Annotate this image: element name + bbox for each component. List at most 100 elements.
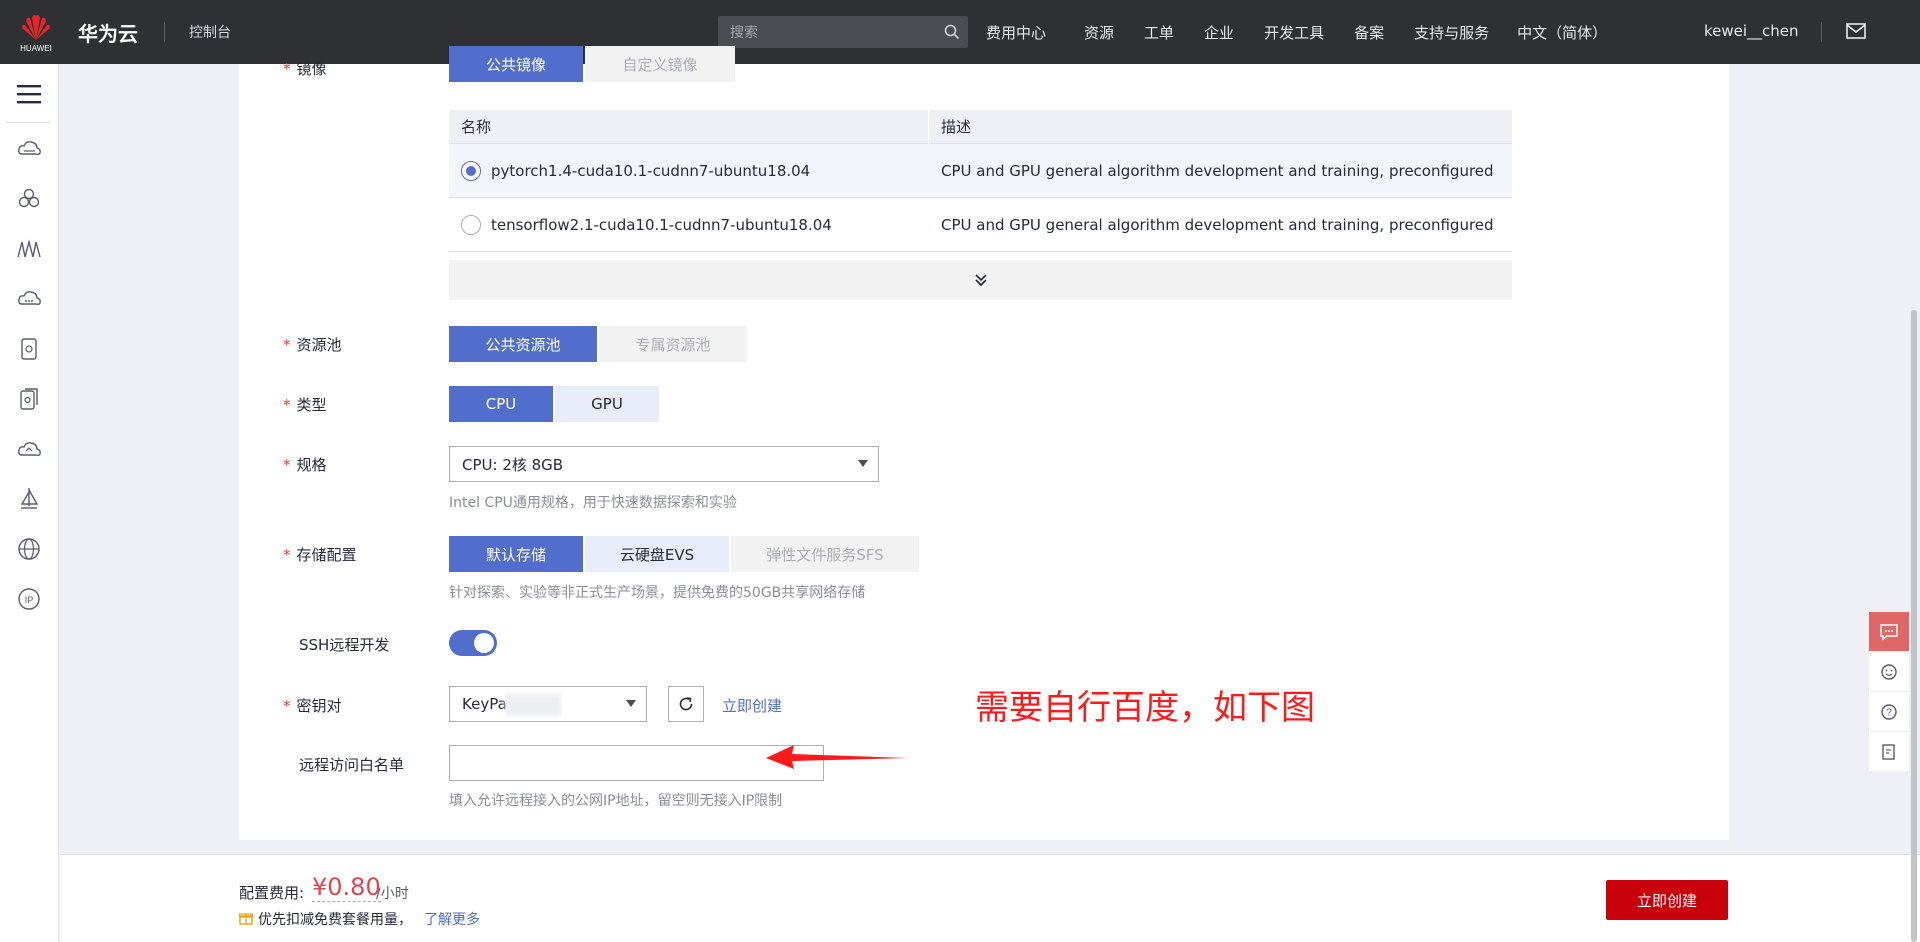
fee-unit: /小时 [376,886,409,902]
menu-icon[interactable] [17,84,41,104]
huawei-logo-icon [22,14,50,40]
dropdown-arrow-icon [858,460,868,467]
console-link[interactable]: 控制台 [189,22,231,42]
cloud-server-icon[interactable] [16,136,42,162]
image-name: tensorflow2.1-cuda10.1-cudnn7-ubuntu18.0… [491,215,832,234]
top-nav-items: 费用中心 资源 工单 企业 开发工具 备案 支持与服务 中文（简体） [986,0,1607,64]
divider [6,122,50,123]
double-chevron-down-icon [974,274,987,287]
whitelist-label: 远程访问白名单 [299,756,405,774]
search-input[interactable]: 搜索 [730,22,936,42]
cluster-icon[interactable] [16,186,42,212]
edit-note-icon [1882,743,1895,760]
image-description: CPU and GPU general algorithm developmen… [941,161,1499,180]
spec-select[interactable]: CPU: 2核 8GB [449,446,879,482]
storage-hint: 针对探索、实验等非正式生产场景，提供免费的50GB共享网络存储 [449,585,866,601]
mail-icon[interactable] [1846,22,1866,44]
option-public-pool[interactable]: 公共资源池 [449,326,597,362]
nav-dev-tools[interactable]: 开发工具 [1264,22,1324,43]
nav-support[interactable]: 支持与服务 [1414,22,1489,43]
nav-resources[interactable]: 资源 [1084,22,1114,43]
option-sfs[interactable]: 弹性文件服务SFS [731,536,919,572]
floating-toolbar: ? [1869,612,1909,772]
document-db-icon[interactable] [16,386,42,412]
type-label: * 类型 [283,396,327,414]
storage-options: 默认存储 云硬盘EVS 弹性文件服务SFS [449,536,921,572]
divider [164,22,165,42]
ssh-label: SSH远程开发 [299,636,390,654]
gift-icon [239,913,253,925]
image-description: CPU and GPU general algorithm developmen… [941,215,1499,234]
network-icon[interactable] [16,236,42,262]
option-gpu[interactable]: GPU [555,386,659,422]
divider [1821,22,1822,42]
fee-label: 配置费用: [239,884,305,902]
storage-label: * 存储配置 [283,546,357,564]
option-dedicated-pool[interactable]: 专属资源池 [599,326,747,362]
brand-name[interactable]: 华为云 [78,18,138,47]
feedback-button[interactable] [1869,612,1909,652]
fee-price[interactable]: ¥0.80 [312,873,381,902]
help-icon: ? [1881,703,1897,720]
option-default-storage[interactable]: 默认存储 [449,536,583,572]
refresh-icon [679,697,693,711]
redaction-blur [505,694,561,716]
dropdown-arrow-icon [626,700,636,707]
cloud-icon[interactable] [16,436,42,462]
search-icon[interactable] [936,16,968,48]
search-box[interactable]: 搜索 [718,16,968,48]
cloud-storage-icon[interactable] [16,286,42,312]
huawei-logo[interactable]: HUAWEI [12,12,60,53]
chat-icon [1880,623,1898,640]
tab-public-image[interactable]: 公共镜像 [449,46,583,82]
user-account[interactable]: kewei__chen [1704,22,1799,40]
promo-text: 优先扣减免费套餐用量， [258,912,412,928]
footer-bar: 配置费用: ¥0.80 /小时 优先扣减免费套餐用量， 了解更多 立即创建 [60,854,1920,942]
annotation-arrow [766,745,908,769]
table-row[interactable]: pytorch1.4-cuda10.1-cudnn7-ubuntu18.04 C… [449,144,1512,198]
ip-icon[interactable]: IP [16,586,42,612]
image-table: 名称 描述 pytorch1.4-cuda10.1-cudnn7-ubuntu1… [449,109,1512,300]
nav-filing[interactable]: 备案 [1354,22,1384,43]
top-navigation-bar: HUAWEI 华为云 控制台 搜索 费用中心 资源 工单 企业 开发工具 备案 … [0,0,1920,64]
table-row[interactable]: tensorflow2.1-cuda10.1-cudnn7-ubuntu18.0… [449,198,1512,252]
radio-unselected[interactable] [461,214,481,235]
svg-text:IP: IP [25,595,34,605]
column-name-header: 名称 [449,109,929,144]
toggle-knob [474,633,494,653]
page-scrollbar[interactable] [1911,310,1917,942]
keypair-value: KeyPa [462,695,507,713]
table-header: 名称 描述 [449,109,1512,144]
create-now-button[interactable]: 立即创建 [1606,880,1728,920]
option-cpu[interactable]: CPU [449,386,553,422]
refresh-button[interactable] [668,686,704,722]
annotation-text: 需要自行百度，如下图 [975,688,1315,728]
create-keypair-link[interactable]: 立即创建 [722,695,782,716]
nav-tickets[interactable]: 工单 [1144,22,1174,43]
image-name: pytorch1.4-cuda10.1-cudnn7-ubuntu18.04 [491,161,811,180]
service-sidebar: IP [0,64,59,942]
logo-text: HUAWEI [20,43,52,53]
help-button[interactable]: ? [1869,692,1909,732]
whitelist-hint: 填入允许远程接入的公网IP地址，留空则无接入IP限制 [449,793,783,809]
nav-enterprise[interactable]: 企业 [1204,22,1234,43]
nav-language[interactable]: 中文（简体） [1517,22,1607,43]
image-label: * 镜像 [283,60,327,78]
expand-more-button[interactable] [449,260,1512,300]
ssh-toggle[interactable] [449,630,497,656]
globe-icon[interactable] [16,536,42,562]
option-evs[interactable]: 云硬盘EVS [585,536,729,572]
assistant-button[interactable] [1869,652,1909,692]
sail-icon[interactable] [16,486,42,512]
radio-selected[interactable] [461,160,481,181]
survey-button[interactable] [1869,732,1909,772]
type-options: CPU GPU [449,386,661,422]
learn-more-link[interactable]: 了解更多 [424,909,480,929]
database-icon[interactable] [16,336,42,362]
tab-custom-image[interactable]: 自定义镜像 [585,46,735,82]
nav-fee-center[interactable]: 费用中心 [986,22,1046,43]
svg-text:?: ? [1886,707,1892,718]
spec-hint: Intel CPU通用规格，用于快速数据探索和实验 [449,495,737,511]
spec-value: CPU: 2核 8GB [462,455,564,474]
keypair-label: * 密钥对 [283,697,342,715]
